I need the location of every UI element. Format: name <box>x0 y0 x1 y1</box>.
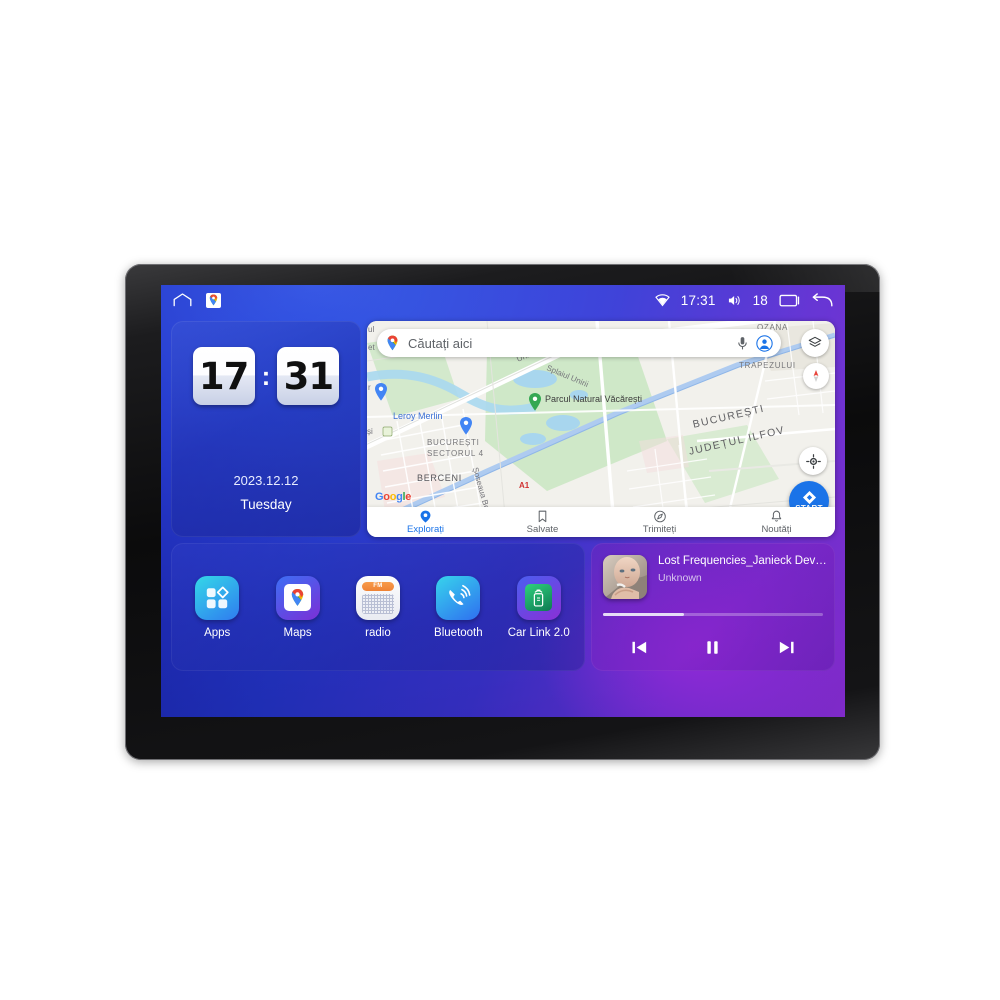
track-title: Lost Frequencies_Janieck Devy-... <box>658 555 830 567</box>
send-compass-icon <box>653 510 666 522</box>
app-tile-carlink[interactable]: Car Link 2.0 <box>504 575 574 639</box>
clock-date: 2023.12.12 <box>233 473 299 488</box>
maps-app-icon[interactable] <box>206 292 221 308</box>
home-icon[interactable] <box>173 293 192 307</box>
volume-icon[interactable] <box>727 294 742 307</box>
track-artist: Unknown <box>658 572 702 584</box>
app-tile-radio[interactable]: FM radio <box>343 575 413 639</box>
previous-track-icon <box>632 641 647 653</box>
map-nav-explore[interactable]: Explorați <box>367 510 484 535</box>
album-art <box>603 555 647 599</box>
map-label: și <box>367 427 373 436</box>
google-attribution: Google <box>375 491 412 503</box>
map-label: SECTORUL 4 <box>427 449 484 458</box>
app-label: Car Link 2.0 <box>507 626 570 639</box>
map-label: r <box>368 383 371 392</box>
volume-level: 18 <box>752 292 768 308</box>
bookmark-icon <box>538 510 547 522</box>
wifi-icon <box>655 293 670 307</box>
map-bottom-nav: Explorați Salvate Trimiteți Noutăți <box>367 507 835 537</box>
play-pause-button[interactable] <box>696 633 730 661</box>
search-input[interactable]: Căutați aici <box>408 336 729 351</box>
app-tile-maps[interactable]: Maps <box>263 575 333 639</box>
pause-icon <box>707 640 719 654</box>
map-label: BERCENI <box>417 473 462 483</box>
app-tile-bluetooth[interactable]: Bluetooth <box>423 575 493 639</box>
map-compass-button[interactable] <box>803 363 829 389</box>
back-icon[interactable] <box>811 292 833 308</box>
flip-clock: 17 : 31 <box>171 347 361 405</box>
bluetooth-phone-icon[interactable] <box>436 575 481 620</box>
nav-label: Trimiteți <box>642 523 677 535</box>
map-label: Parcul Natural Văcărești <box>545 394 643 404</box>
map-label: A1 <box>519 481 530 490</box>
screen: 17:31 18 17: 31 2023.12.12 Tuesday OZAN… <box>161 285 845 717</box>
app-label: Maps <box>283 626 312 639</box>
location-pin-icon <box>420 510 431 523</box>
map-label: ul <box>368 325 375 334</box>
playback-progress-bar[interactable] <box>603 613 823 616</box>
recents-icon[interactable] <box>779 293 800 308</box>
music-player-widget[interactable]: Lost Frequencies_Janieck Devy-... Unknow… <box>591 543 835 671</box>
clock-widget[interactable]: 17 : 31 2023.12.12 Tuesday <box>171 321 361 537</box>
status-bar: 17:31 18 <box>161 285 845 315</box>
playback-controls <box>603 631 823 663</box>
maps-pin-icon[interactable] <box>275 575 320 620</box>
map-search-bar[interactable]: Căutați aici <box>377 329 781 357</box>
map-nav-contribute[interactable]: Trimiteți <box>601 510 718 535</box>
clock-minute: 31 <box>277 347 340 405</box>
nav-label: Noutăți <box>761 523 792 535</box>
app-dock: Apps Maps FM radio Bluetooth Car Link 2.… <box>171 543 585 671</box>
apps-grid-icon[interactable] <box>195 575 240 620</box>
app-label: Apps <box>204 626 231 639</box>
previous-track-button[interactable] <box>623 633 657 661</box>
car-link-icon[interactable] <box>516 575 561 620</box>
nav-label: Explorați <box>407 523 444 535</box>
map-label: TRAPEZULUI <box>739 361 796 370</box>
map-label: et <box>368 343 375 352</box>
navigate-diamond-icon <box>802 490 816 504</box>
map-layers-button[interactable] <box>801 329 829 357</box>
nav-label: Salvate <box>526 523 559 535</box>
maps-pin-icon <box>385 335 400 351</box>
clock-colon: : <box>261 360 271 391</box>
bell-icon <box>771 510 782 522</box>
app-tile-apps[interactable]: Apps <box>182 575 252 639</box>
account-avatar-icon[interactable] <box>756 334 773 352</box>
map-label: Leroy Merlin <box>393 411 443 421</box>
fm-radio-icon[interactable]: FM <box>355 575 400 620</box>
clock-weekday: Tuesday <box>240 497 292 512</box>
map-nav-saved[interactable]: Salvate <box>484 510 601 535</box>
microphone-icon[interactable] <box>737 336 748 351</box>
map-label: BUCUREȘTI <box>427 438 480 447</box>
my-location-button[interactable] <box>799 447 827 475</box>
playback-progress-fill <box>603 613 685 616</box>
status-time: 17:31 <box>680 292 716 308</box>
map-nav-updates[interactable]: Noutăți <box>718 510 835 535</box>
next-track-button[interactable] <box>769 633 803 661</box>
car-head-unit-device: 17:31 18 17: 31 2023.12.12 Tuesday OZAN… <box>125 264 880 760</box>
next-track-icon <box>779 641 794 653</box>
app-label: radio <box>365 626 391 639</box>
fm-badge: FM <box>373 583 383 589</box>
maps-widget[interactable]: OZANA TRAPEZULUI Unirii Splaiul Unirii P… <box>367 321 835 537</box>
app-label: Bluetooth <box>434 626 483 639</box>
clock-hour: 17 <box>192 347 255 405</box>
